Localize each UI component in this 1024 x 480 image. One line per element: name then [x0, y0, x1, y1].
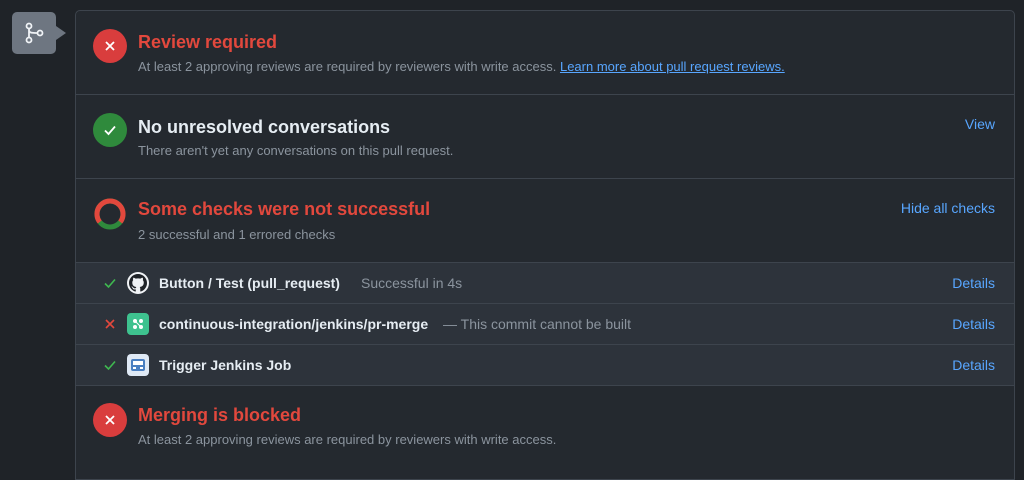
- review-required-subtitle: At least 2 approving reviews are require…: [138, 59, 785, 74]
- trigger-job-app-icon: [127, 354, 149, 376]
- check-row: Button / Test (pull_request) Successful …: [76, 263, 1014, 304]
- merging-blocked-title: Merging is blocked: [138, 405, 302, 425]
- hide-all-checks-link[interactable]: Hide all checks: [901, 200, 995, 216]
- learn-more-link[interactable]: Learn more about pull request reviews.: [560, 59, 785, 74]
- checks-progress-ring-icon: [93, 197, 127, 231]
- merging-blocked-section: Merging is blocked At least 2 approving …: [76, 386, 1014, 476]
- review-required-section: Review required At least 2 approving rev…: [76, 11, 1014, 95]
- check-icon: [102, 275, 118, 291]
- checks-section: Some checks were not successful 2 succes…: [76, 179, 1014, 263]
- check-row: continuous-integration/jenkins/pr-merge …: [76, 304, 1014, 345]
- check-icon: [102, 357, 118, 373]
- check-name: Trigger Jenkins Job: [159, 357, 292, 373]
- check-description: — This commit cannot be built: [443, 316, 632, 332]
- details-link[interactable]: Details: [952, 357, 995, 373]
- github-icon: [127, 272, 149, 294]
- checks-title: Some checks were not successful: [138, 199, 431, 219]
- conversations-subtitle: There aren't yet any conversations on th…: [138, 143, 454, 158]
- checks-subtitle: 2 successful and 1 errored checks: [138, 227, 336, 242]
- x-circle-icon: [93, 29, 127, 63]
- check-name: continuous-integration/jenkins/pr-merge: [159, 316, 429, 332]
- view-conversations-link[interactable]: View: [965, 116, 995, 132]
- merging-blocked-subtitle: At least 2 approving reviews are require…: [138, 432, 557, 447]
- x-icon: [102, 316, 118, 332]
- x-circle-icon: [93, 403, 127, 437]
- check-description: Successful in 4s: [361, 275, 463, 291]
- review-required-text: At least 2 approving reviews are require…: [138, 59, 557, 74]
- check-name: Button / Test (pull_request): [159, 275, 340, 291]
- check-circle-icon: [93, 113, 127, 147]
- merge-status-panel: Review required At least 2 approving rev…: [75, 10, 1015, 480]
- review-required-title: Review required: [138, 32, 278, 52]
- conversations-title: No unresolved conversations: [138, 117, 391, 137]
- git-merge-icon: [12, 12, 66, 54]
- details-link[interactable]: Details: [952, 316, 995, 332]
- conversations-section: No unresolved conversations There aren't…: [76, 95, 1014, 179]
- check-row: Trigger Jenkins Job Details: [76, 345, 1014, 386]
- jenkins-app-icon: [127, 313, 149, 335]
- details-link[interactable]: Details: [952, 275, 995, 291]
